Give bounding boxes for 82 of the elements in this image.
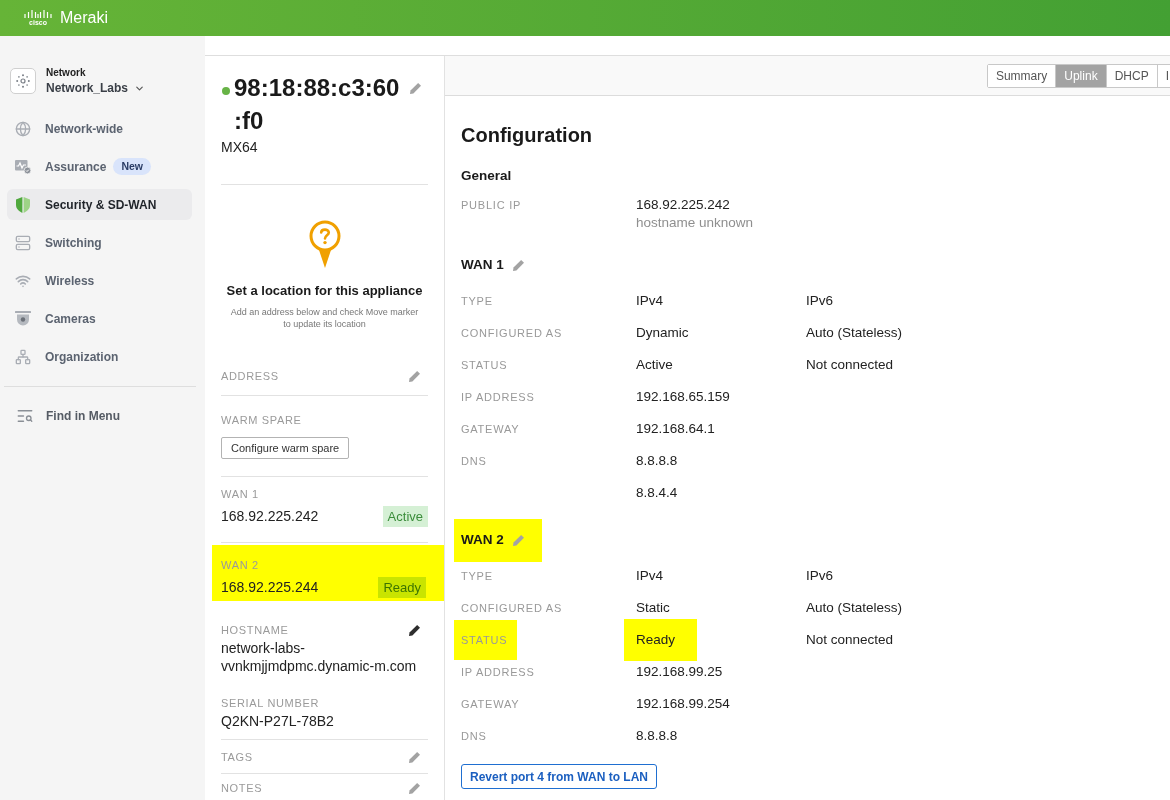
field-value: Auto (Stateless) bbox=[806, 324, 903, 342]
section-heading: WAN 2 bbox=[461, 531, 504, 550]
field-label: CONFIGURED AS bbox=[461, 601, 563, 615]
field-label: STATUS bbox=[461, 358, 508, 372]
wan-ip: 168.92.225.244 bbox=[221, 578, 319, 597]
field-label: SERIAL NUMBER bbox=[221, 696, 321, 710]
field-label: STATUS bbox=[454, 620, 518, 660]
field-label: IP ADDRESS bbox=[461, 390, 535, 404]
camera-icon bbox=[15, 311, 31, 326]
hostname-value: network-labs-vvnkmjjmdpmc.dynamic-m.com bbox=[221, 639, 418, 675]
field-label: PUBLIC IP bbox=[461, 198, 523, 213]
field-label: WAN 1 bbox=[221, 487, 260, 501]
find-in-menu-link[interactable]: Find in Menu bbox=[46, 407, 120, 425]
location-pin-icon bbox=[308, 220, 341, 268]
field-value: Active bbox=[636, 356, 673, 374]
field-label: CONFIGURED AS bbox=[461, 326, 563, 340]
field-value: 168.92.225.242 bbox=[636, 196, 731, 214]
chevron-down-icon[interactable] bbox=[134, 83, 146, 94]
network-caption: Network bbox=[46, 66, 87, 79]
field-label: DNS bbox=[461, 454, 487, 468]
field-label: HOSTNAME bbox=[221, 623, 289, 637]
field-value: Static bbox=[636, 599, 670, 617]
revert-port-button[interactable]: Revert port 4 from WAN to LAN bbox=[461, 764, 657, 789]
field-label: TYPE bbox=[461, 569, 493, 583]
nav-item[interactable]: Cameras bbox=[7, 303, 192, 334]
device-name: 98:18:88:c3:60:f0 bbox=[234, 73, 401, 136]
network-name[interactable]: Network_Labs bbox=[46, 81, 129, 96]
field-label: TAGS bbox=[221, 750, 253, 764]
status-badge: Active bbox=[382, 506, 428, 527]
shield-icon bbox=[16, 196, 30, 213]
nav-item[interactable]: Switching bbox=[7, 227, 192, 258]
field-value: IPv4 bbox=[636, 292, 663, 310]
product-name: Meraki bbox=[60, 8, 108, 28]
field-value: 192.168.99.25 bbox=[636, 663, 723, 681]
section-heading: WAN 1 bbox=[461, 256, 504, 275]
section-heading: General bbox=[461, 167, 513, 185]
field-label: WAN 2 bbox=[221, 558, 260, 572]
location-hint: Add an address below and check Move marker to update its location bbox=[229, 306, 420, 330]
field-label: GATEWAY bbox=[461, 422, 520, 436]
field-label: WARM SPARE bbox=[221, 413, 302, 427]
field-label: DNS bbox=[461, 729, 487, 743]
location-title: Set a location for this appliance bbox=[225, 283, 424, 299]
logo-bars-icon bbox=[24, 9, 52, 18]
field-value: 192.168.64.1 bbox=[636, 420, 715, 438]
field-value: 8.8.8.8 bbox=[636, 727, 678, 745]
field-value: 8.8.8.8 bbox=[636, 452, 678, 470]
field-label: TYPE bbox=[461, 294, 493, 308]
search-list-icon[interactable] bbox=[16, 407, 34, 425]
field-value: 8.8.4.4 bbox=[636, 484, 678, 502]
field-value: Ready bbox=[624, 619, 698, 661]
field-label: IP ADDRESS bbox=[461, 665, 535, 679]
field-value: IPv4 bbox=[636, 567, 663, 585]
field-value: Not connected bbox=[806, 356, 894, 374]
field-value: Auto (Stateless) bbox=[806, 599, 903, 617]
server-icon bbox=[15, 234, 31, 251]
monitor-check-icon bbox=[15, 159, 31, 174]
nav-item[interactable]: Security & SD-WAN bbox=[7, 189, 192, 220]
wan-ip: 168.92.225.242 bbox=[221, 507, 319, 526]
configure-warm-spare-button[interactable]: Configure warm spare bbox=[221, 437, 350, 459]
field-label: ADDRESS bbox=[221, 369, 279, 383]
device-model: MX64 bbox=[221, 138, 259, 156]
status-badge: Ready bbox=[378, 577, 426, 598]
new-badge: New bbox=[113, 158, 151, 175]
field-value: IPv6 bbox=[806, 292, 833, 310]
nav-item[interactable]: Wireless bbox=[7, 265, 192, 296]
field-value: Dynamic bbox=[636, 324, 689, 342]
pencil-icon[interactable] bbox=[409, 624, 420, 636]
field-value: Not connected bbox=[806, 631, 894, 649]
network-icon[interactable] bbox=[10, 68, 36, 94]
field-label: GATEWAY bbox=[461, 697, 520, 711]
field-value: IPv6 bbox=[806, 567, 833, 585]
field-value: 192.168.65.159 bbox=[636, 388, 730, 406]
field-note: hostname unknown bbox=[636, 214, 755, 232]
nav-item[interactable]: Assurance New bbox=[7, 151, 192, 182]
page-title: Configuration bbox=[461, 123, 594, 147]
field-label: NOTES bbox=[221, 781, 263, 795]
nav-item[interactable]: Network-wide bbox=[7, 113, 192, 144]
serial-value: Q2KN-P27L-78B2 bbox=[221, 712, 335, 730]
globe-icon bbox=[15, 120, 31, 137]
field-value: 192.168.99.254 bbox=[636, 695, 730, 713]
org-tree-icon bbox=[15, 348, 31, 365]
nav-item[interactable]: Organization bbox=[7, 341, 192, 372]
